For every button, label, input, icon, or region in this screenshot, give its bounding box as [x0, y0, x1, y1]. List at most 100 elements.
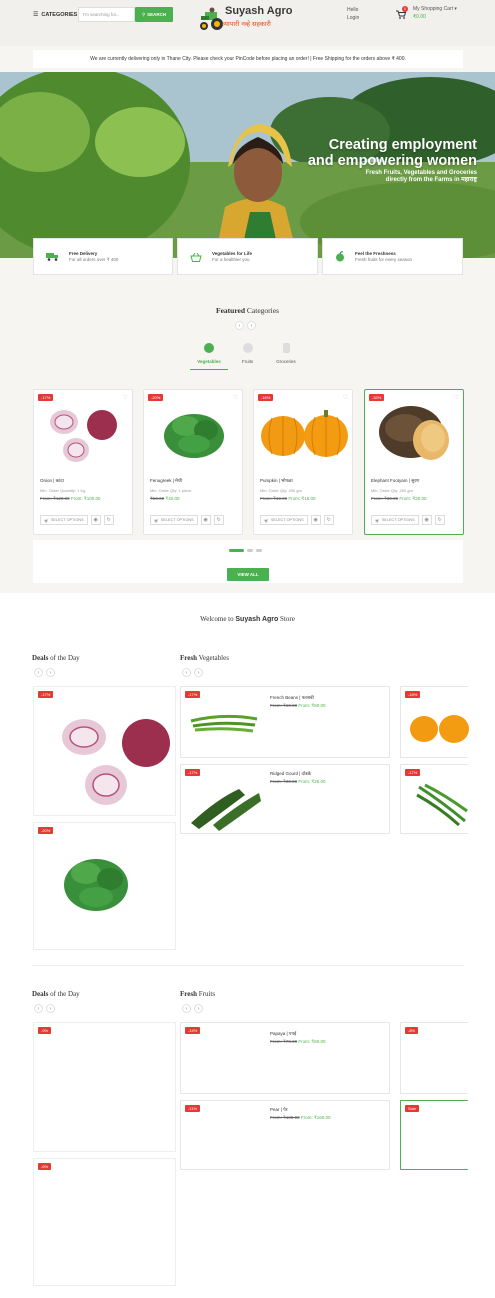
welcome-heading: Welcome to Suyash Agro Store [0, 615, 495, 623]
product-row-french-beans[interactable]: -17% French Beans | फरसबी From: ₹60.00 F… [180, 686, 390, 758]
carousel-dot[interactable] [247, 549, 253, 552]
product-card-onion[interactable]: -17% ♡ Onion | कांदा Min. Order Quantity… [33, 389, 133, 535]
feature-text: For a healthier you [212, 256, 250, 262]
carousel-dot[interactable] [229, 549, 244, 552]
compare-icon[interactable]: ↻ [323, 515, 334, 525]
search-input[interactable]: I'm searching for... [78, 7, 135, 22]
next-arrow-icon[interactable]: › [194, 1004, 203, 1013]
hero-line-1: Creating employment [328, 137, 477, 153]
product-name[interactable]: Ridged Gourd | दोडके [270, 771, 311, 777]
shopping-cart[interactable]: 0 My Shopping Cart ▾ ₹0.00 [396, 6, 457, 20]
product-name[interactable]: Fenugreek | मेथी [150, 478, 182, 484]
old-price: From: ₹30.00 [270, 779, 298, 784]
cart-icon: 🛒︎ [264, 518, 269, 523]
deal-card[interactable]: -20% [33, 822, 176, 950]
login-link[interactable]: Login [347, 14, 359, 22]
product-name[interactable]: Pear | पेर [270, 1107, 288, 1113]
deal-card[interactable]: -17% [33, 686, 176, 816]
product-price: From: ₹19.00 From: ₹16.00 [260, 496, 316, 502]
compare-icon[interactable]: ↻ [434, 515, 445, 525]
product-name[interactable]: Elephant Footyam | सुरण [371, 478, 419, 484]
new-price: From: ₹20.00 [399, 496, 427, 501]
product-card-pumpkin[interactable]: -16% ♡ Pumpkin | भोपळा Min. Order Qty: 2… [253, 389, 353, 535]
tab-vegetables[interactable]: Vegetables [190, 343, 228, 370]
tab-groceries[interactable]: Groceries [267, 343, 305, 370]
select-options-button[interactable]: 🛒︎ SELECT OPTIONS [150, 515, 198, 525]
quick-view-eye-icon[interactable]: ◉ [90, 515, 101, 525]
product-row-partial[interactable]: -16% [400, 686, 469, 758]
product-row-partial[interactable]: -8% [400, 1022, 468, 1094]
product-row-papaya[interactable]: -14% Papaya | पपई From: ₹70.00 From: ₹60… [180, 1022, 390, 1094]
welcome-post: Store [278, 615, 295, 623]
tab-fruits[interactable]: Fruits [229, 343, 267, 370]
wishlist-heart-icon[interactable]: ♡ [343, 394, 348, 401]
hello-text: Hello [347, 7, 359, 13]
ridged-gourd-image [191, 789, 261, 831]
select-options-label: SELECT OPTIONS [381, 518, 415, 522]
menu-icon: ☰ [33, 12, 39, 18]
prev-arrow-icon[interactable]: ‹ [235, 321, 244, 330]
prev-arrow-icon[interactable]: ‹ [34, 668, 43, 677]
product-price: From: ₹120.00 From: ₹100.00 [40, 496, 101, 502]
new-price: ₹40.00 [165, 496, 180, 501]
quick-view-eye-icon[interactable]: ◉ [310, 515, 321, 525]
chevron-down-icon: ▾ [454, 6, 457, 12]
site-logo[interactable]: Suyash Agro व्यापारी नव्हे सहकारी [197, 5, 303, 33]
view-all-button[interactable]: VIEW ALL [227, 568, 269, 581]
prev-arrow-icon[interactable]: ‹ [182, 668, 191, 677]
next-arrow-icon[interactable]: › [194, 668, 203, 677]
product-name[interactable]: Papaya | पपई [270, 1031, 296, 1037]
heading-rest: Fruits [196, 990, 216, 998]
product-card-fenugreek[interactable]: -20% ♡ Fenugreek | मेथी Min. Order Qty: … [143, 389, 243, 535]
next-arrow-icon[interactable]: › [46, 668, 55, 677]
next-arrow-icon[interactable]: › [46, 1004, 55, 1013]
new-price: From: ₹100.00 [70, 496, 101, 501]
product-price: ₹50.00 ₹40.00 [150, 496, 180, 502]
prev-arrow-icon[interactable]: ‹ [182, 1004, 191, 1013]
yam-image [379, 406, 449, 460]
logo-title: Suyash Agro [225, 5, 293, 17]
product-min-qty: Min. Order Qty: 250 gm [260, 488, 302, 493]
compare-icon[interactable]: ↻ [213, 515, 224, 525]
product-row-pear[interactable]: -11% Pear | पेर From: ₹180.00 From: ₹160… [180, 1100, 390, 1170]
select-options-button[interactable]: 🛒︎ SELECT OPTIONS [371, 515, 419, 525]
old-price: From: ₹60.00 [270, 703, 298, 708]
truck-icon [46, 253, 58, 261]
search-button-label: SEARCH [147, 12, 167, 17]
cart-label: My Shopping Cart [413, 6, 454, 12]
old-price: From: ₹70.00 [270, 1039, 298, 1044]
heading-rest: of the Day [48, 990, 80, 998]
fresh-veg-arrows: ‹ › [182, 668, 203, 677]
product-name[interactable]: Onion | कांदा [40, 478, 64, 484]
carousel-dot[interactable] [256, 549, 262, 552]
search-button[interactable]: ⚲ SEARCH [135, 7, 173, 22]
product-card-elephant-footyam[interactable]: -33% ♡ Elephant Footyam | सुरण Min. Orde… [364, 389, 464, 535]
feature-freshness: Feel the Freshness Fresh fruits for every… [322, 238, 463, 275]
product-name[interactable]: Pumpkin | भोपळा [260, 478, 293, 484]
discount-badge: -17% [405, 769, 421, 776]
categories-label: CATEGORIES [41, 11, 78, 18]
new-price: From: ₹60.00 [298, 1039, 326, 1044]
welcome-store-name: Suyash Agro [235, 616, 279, 623]
deals-heading: Deals of the Day [32, 990, 80, 998]
categories-menu[interactable]: ☰ CATEGORIES [33, 11, 78, 19]
deal-card[interactable]: -6% [33, 1158, 176, 1286]
quick-view-eye-icon[interactable]: ◉ [200, 515, 211, 525]
apple-icon [336, 251, 344, 262]
select-options-button[interactable]: 🛒︎ SELECT OPTIONS [260, 515, 308, 525]
select-options-button[interactable]: 🛒︎ SELECT OPTIONS [40, 515, 88, 525]
compare-icon[interactable]: ↻ [103, 515, 114, 525]
deals-arrows: ‹ › [34, 1004, 55, 1013]
deal-card[interactable]: -9% [33, 1022, 176, 1152]
product-row-partial[interactable]: -17% [400, 764, 468, 834]
product-name[interactable]: French Beans | फरसबी [270, 695, 314, 701]
product-row-ridged-gourd[interactable]: -17% Ridged Gourd | दोडके From: ₹30.00 F… [180, 764, 390, 834]
product-price: From: ₹30.00 From: ₹20.00 [371, 496, 427, 502]
onion-image [62, 719, 170, 805]
wishlist-heart-icon[interactable]: ♡ [233, 394, 238, 401]
quick-view-eye-icon[interactable]: ◉ [421, 515, 432, 525]
cart-icon: 🛒︎ [44, 518, 49, 523]
next-arrow-icon[interactable]: › [247, 321, 256, 330]
product-row-partial[interactable]: Sale [400, 1100, 468, 1170]
prev-arrow-icon[interactable]: ‹ [34, 1004, 43, 1013]
